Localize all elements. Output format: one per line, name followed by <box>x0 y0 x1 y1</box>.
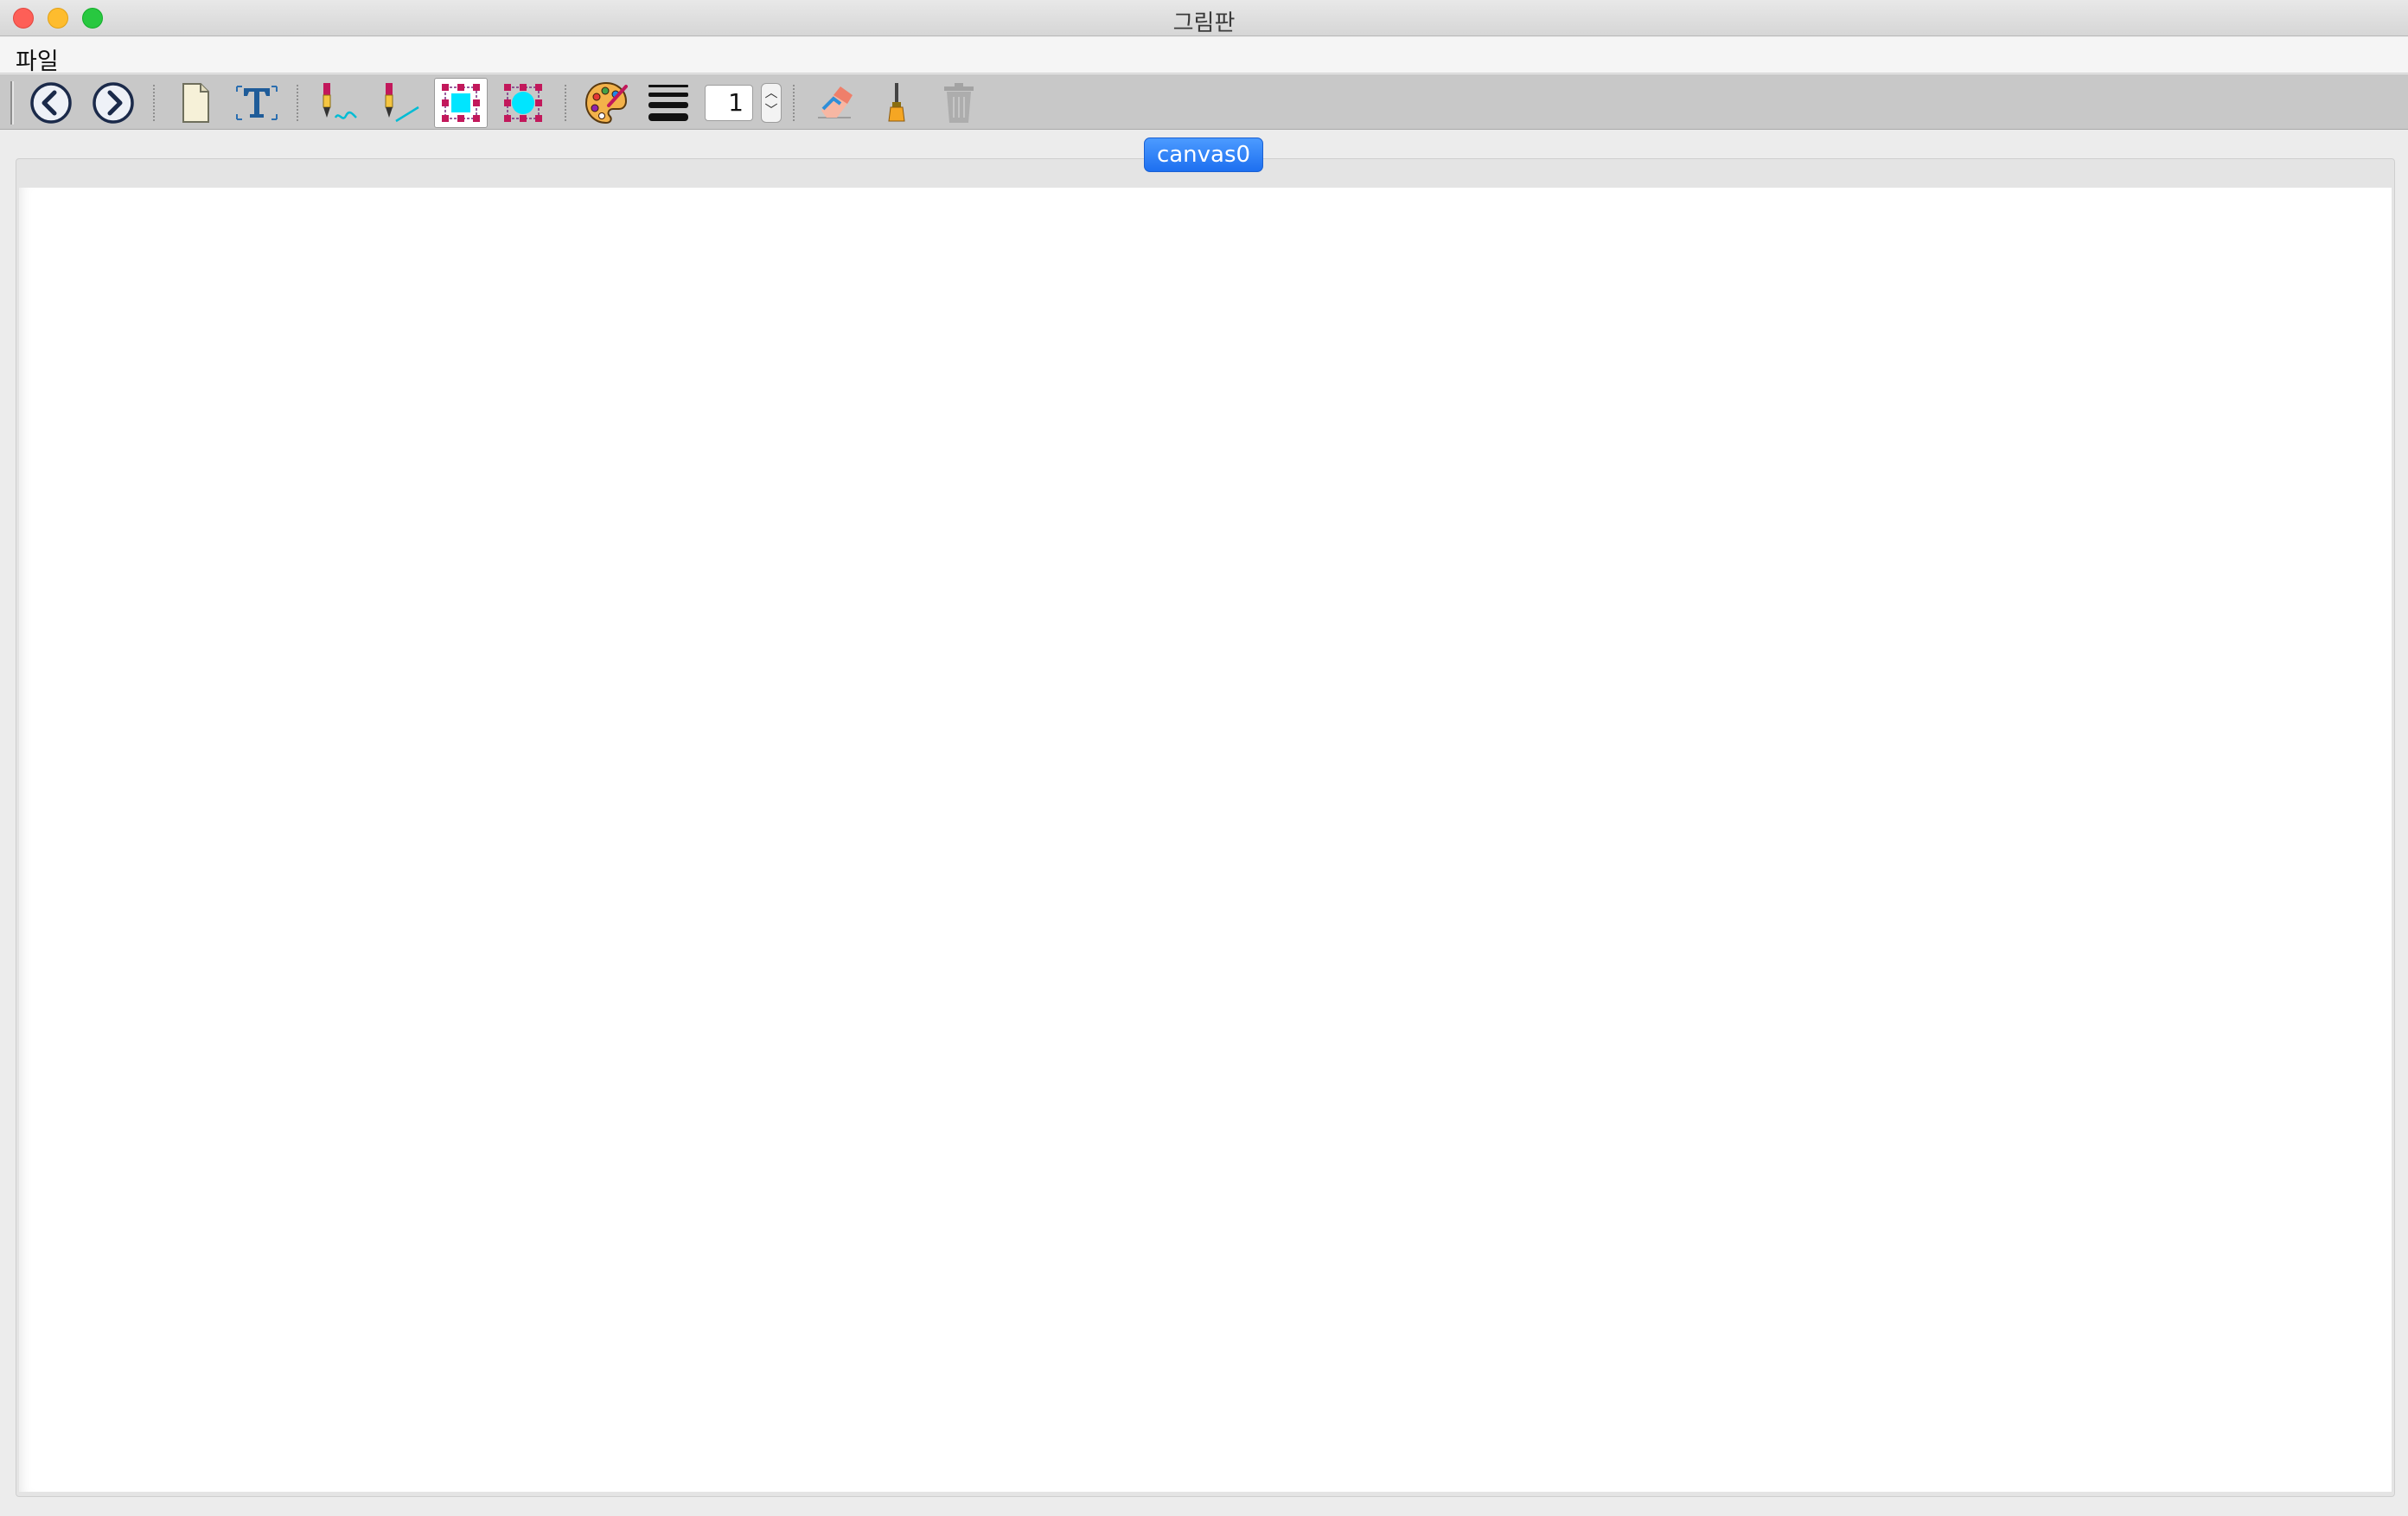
brush-icon <box>888 83 905 122</box>
toolbar: 1 ︿ ﹀ <box>0 74 2408 130</box>
line-width-icon <box>648 85 688 121</box>
color-palette-button[interactable] <box>579 78 633 128</box>
menu-bar: 파일 <box>0 37 2408 76</box>
stroke-width-stepper[interactable]: ︿ ﹀ <box>761 83 782 123</box>
back-arrow-icon <box>30 82 72 124</box>
paint-window: 그림판 파일 1 ︿ ﹀ canvas0 <box>0 0 2408 1516</box>
tab-canvas0[interactable]: canvas0 <box>1144 138 1263 172</box>
rectangle-tool-button[interactable] <box>434 78 488 128</box>
trash-icon <box>944 83 974 123</box>
menu-file[interactable]: 파일 <box>16 42 59 76</box>
rectangle-select-icon <box>442 84 480 122</box>
new-page-button[interactable] <box>168 78 221 128</box>
window-title: 그림판 <box>1172 10 1236 36</box>
text-tool-button[interactable] <box>230 78 284 128</box>
eraser-icon <box>818 86 853 118</box>
forward-arrow-icon <box>93 82 134 124</box>
ellipse-select-icon <box>504 84 542 122</box>
stepper-up-icon[interactable]: ︿ <box>762 84 781 101</box>
undo-button[interactable] <box>24 78 78 128</box>
freehand-pen-icon <box>323 83 357 119</box>
line-pen-icon <box>385 83 419 123</box>
new-page-icon <box>182 83 209 123</box>
freehand-pen-button[interactable] <box>310 78 363 128</box>
toolbar-separator <box>297 85 298 121</box>
delete-button[interactable] <box>932 78 986 128</box>
ellipse-tool-button[interactable] <box>496 78 550 128</box>
stroke-width-input[interactable]: 1 <box>705 85 753 121</box>
stepper-down-icon[interactable]: ﹀ <box>762 101 781 118</box>
toolbar-separator <box>793 85 795 121</box>
line-width-button[interactable] <box>642 78 695 128</box>
brush-button[interactable] <box>870 78 923 128</box>
title-bar: 그림판 <box>0 0 2408 36</box>
redo-button[interactable] <box>86 78 140 128</box>
text-tool-icon <box>236 86 278 120</box>
line-pen-button[interactable] <box>372 78 425 128</box>
toolbar-grip[interactable] <box>10 81 14 125</box>
drawing-canvas[interactable] <box>19 188 2392 1492</box>
toolbar-separator <box>565 85 566 121</box>
palette-icon <box>584 81 628 125</box>
eraser-button[interactable] <box>808 78 861 128</box>
toolbar-separator <box>153 85 155 121</box>
